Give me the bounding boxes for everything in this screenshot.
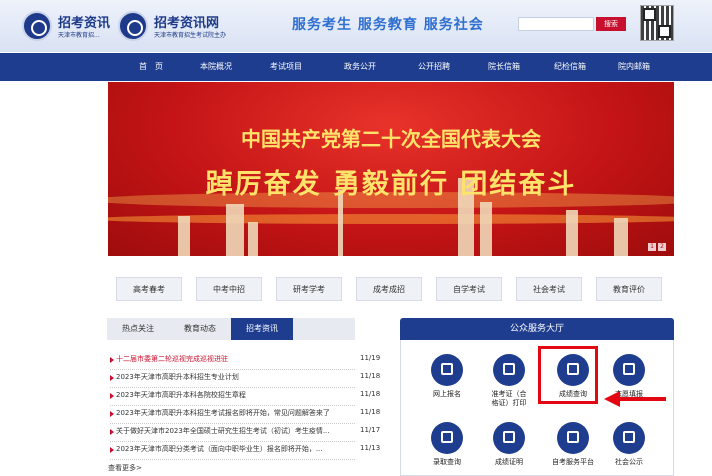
news-date: 11/18 <box>360 390 381 398</box>
arrow-shaft <box>618 397 666 401</box>
skyline-building <box>614 218 628 256</box>
graduation-cap-icon <box>431 422 463 454</box>
bullet-icon <box>110 375 114 381</box>
service-label: 成绩证明 <box>495 458 523 466</box>
news-list-item[interactable]: 2023年天津市高职升本科招生专业计划 <box>110 369 355 388</box>
tab-edu-news[interactable]: 教育动态 <box>169 318 231 340</box>
nav-item-home[interactable]: 首 页 <box>126 53 176 81</box>
printer-icon <box>493 354 525 386</box>
category-yankao[interactable]: 研考学考 <box>276 277 342 301</box>
category-gaokao[interactable]: 高考春考 <box>116 277 182 301</box>
tab-hot-topics[interactable]: 热点关注 <box>107 318 169 340</box>
nav-item-exams[interactable]: 考试项目 <box>256 53 316 81</box>
logo-title[interactable]: 招考资讯 <box>58 12 110 31</box>
service-score-certificate[interactable]: 成绩证明 <box>477 422 541 467</box>
category-edu-eval[interactable]: 教育评价 <box>596 277 662 301</box>
laptop-icon <box>557 422 589 454</box>
news-list-item[interactable]: 关于做好天津市2023年全国硕士研究生招生考试（初试）考生疫情... <box>110 423 355 442</box>
skyline-building <box>480 202 492 256</box>
nav-item-discipline-mailbox[interactable]: 纪检信箱 <box>540 53 600 81</box>
service-hall-panel: 网上报名 准考证（合格证）打印 成绩查询 志愿填报 录取查询 成绩证明 自考服务… <box>400 340 674 476</box>
news-date: 11/17 <box>360 426 381 434</box>
nav-item-recruitment[interactable]: 公开招聘 <box>404 53 464 81</box>
qr-code-icon <box>640 5 674 41</box>
logo-emblem-icon <box>118 11 148 41</box>
logo-subtitle: 天津市教育招... <box>58 32 100 39</box>
news-tabs: 热点关注 教育动态 招考资讯 <box>107 318 355 340</box>
news-title[interactable]: 2023年天津市高职升本科招生专业计划 <box>116 372 356 382</box>
notice-board-icon <box>613 422 645 454</box>
news-title[interactable]: 2023年天津市高职升本科各院校招生章程 <box>116 390 356 400</box>
banner-pager-dot[interactable]: 2 <box>658 243 666 251</box>
logo-emblem-icon <box>22 11 52 41</box>
service-hall-title: 公众服务大厅 <box>400 318 674 340</box>
hero-banner[interactable]: 中国共产党第二十次全国代表大会 踔厉奋发 勇毅前行 团结奋斗 12 <box>108 82 674 256</box>
site-header: 招考资讯 天津市教育招... 招考资讯网 天津市教育招生考试院主办 服务考生 服… <box>0 0 712 52</box>
nav-item-affairs[interactable]: 政务公开 <box>330 53 390 81</box>
news-list-item[interactable]: 2023年天津市高职升本科招生考试报名即将开始，常见问题解答来了 <box>110 405 355 424</box>
main-nav: 首 页 本院概况 考试项目 政务公开 公开招聘 院长信箱 纪检信箱 院内邮箱 <box>0 53 712 81</box>
news-date: 11/19 <box>360 354 381 362</box>
service-admission-query[interactable]: 录取查询 <box>415 422 479 467</box>
banner-pager: 12 <box>646 233 666 252</box>
logo-subtitle: 天津市教育招生考试院主办 <box>154 32 227 39</box>
service-label: 准考证（合格证）打印 <box>491 390 527 407</box>
news-title[interactable]: 关于做好天津市2023年全国硕士研究生招生考试（初试）考生疫情... <box>116 426 356 436</box>
news-list-item[interactable]: 2023年天津市高职升本科各院校招生章程 <box>110 387 355 406</box>
category-social-exam[interactable]: 社会考试 <box>516 277 582 301</box>
news-list-item[interactable]: 十二届市委第二轮巡视完成巡视进驻 <box>110 351 355 370</box>
service-self-exam-platform[interactable]: 自考服务平台 <box>541 422 605 467</box>
service-label: 录取查询 <box>433 458 461 466</box>
skyline-building <box>178 216 190 256</box>
service-public-notice[interactable]: 社会公示 <box>597 422 661 467</box>
header-slogan: 服务考生 服务教育 服务社会 <box>292 17 484 33</box>
nav-item-president-mailbox[interactable]: 院长信箱 <box>474 53 534 81</box>
bullet-icon <box>110 447 114 453</box>
service-label: 网上报名 <box>433 390 461 398</box>
tab-exam-info[interactable]: 招考资讯 <box>231 318 293 340</box>
nav-item-about[interactable]: 本院概况 <box>186 53 246 81</box>
skyline-building <box>566 210 578 256</box>
news-title[interactable]: 2023年天津市高职升本科招生考试报名即将开始，常见问题解答来了 <box>116 408 356 418</box>
category-chengkao[interactable]: 成考成招 <box>356 277 422 301</box>
bullet-icon <box>110 429 114 435</box>
banner-pager-dot[interactable]: 1 <box>648 243 656 251</box>
news-title[interactable]: 2023年天津市高职分类考试（面向中职毕业生）报名即将开始，... <box>116 444 356 454</box>
service-label: 自考服务平台 <box>552 458 594 466</box>
banner-ribbon <box>108 214 674 224</box>
monitor-icon <box>431 354 463 386</box>
search-input[interactable] <box>518 17 594 31</box>
category-zhongkao[interactable]: 中考中招 <box>196 277 262 301</box>
certificate-icon <box>493 422 525 454</box>
highlight-box <box>538 346 598 404</box>
skyline-building <box>248 222 258 256</box>
news-date: 11/18 <box>360 408 381 416</box>
bullet-icon <box>110 393 114 399</box>
category-zixue[interactable]: 自学考试 <box>436 277 502 301</box>
news-title[interactable]: 十二届市委第二轮巡视完成巡视进驻 <box>116 354 356 364</box>
service-admission-ticket-print[interactable]: 准考证（合格证）打印 <box>477 354 541 408</box>
banner-title: 中国共产党第二十次全国代表大会 <box>241 127 541 151</box>
skyline-building <box>226 204 244 256</box>
news-date: 11/18 <box>360 372 381 380</box>
logo-title[interactable]: 招考资讯网 <box>154 12 219 31</box>
search-button[interactable]: 搜索 <box>596 17 626 31</box>
bullet-icon <box>110 411 114 417</box>
service-label: 社会公示 <box>615 458 643 466</box>
news-date: 11/13 <box>360 444 381 452</box>
bullet-icon <box>110 357 114 363</box>
banner-slogan: 踔厉奋发 勇毅前行 团结奋斗 <box>205 169 577 200</box>
news-list-item[interactable]: 2023年天津市高职分类考试（面向中职毕业生）报名即将开始，... <box>110 441 355 460</box>
exam-category-bar: 高考春考 中考中招 研考学考 成考成招 自学考试 社会考试 教育评价 <box>108 277 674 305</box>
more-link[interactable]: 查看更多> <box>108 463 142 473</box>
list-form-icon <box>613 354 645 386</box>
nav-item-internal-mail[interactable]: 院内邮箱 <box>604 53 664 81</box>
service-online-registration[interactable]: 网上报名 <box>415 354 479 399</box>
